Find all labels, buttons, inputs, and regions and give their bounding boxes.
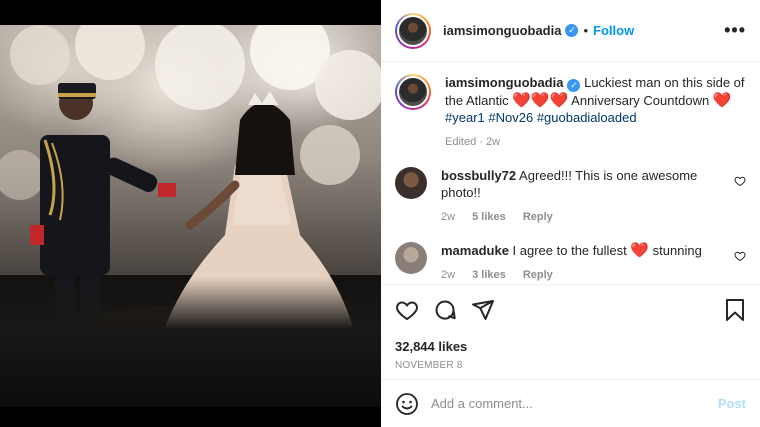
caption: iamsimonguobadia ✓ Luckiest man on this s… (395, 74, 746, 151)
photo-floor-shade (0, 277, 381, 407)
post-actions: 32,844 likes NOVEMBER 8 (381, 284, 760, 379)
hashtag-link[interactable]: #guobadialoaded (537, 110, 637, 125)
comment-likes[interactable]: 5 likes (472, 211, 506, 223)
comments-list[interactable]: iamsimonguobadia ✓ Luckiest man on this s… (381, 62, 760, 282)
verified-badge-icon: ✓ (567, 79, 581, 92)
comment-text: stunning (652, 243, 702, 258)
heart-emoji-icon: ❤️ (630, 242, 650, 259)
comment-meta: 2w 3 likes Reply (441, 267, 724, 282)
comment-item: bossbully72 Agreed!!! This is one awesom… (395, 167, 746, 226)
post-photo[interactable] (0, 0, 381, 427)
reply-button[interactable]: Reply (523, 211, 553, 223)
comment-like-heart-icon[interactable] (734, 175, 746, 187)
comment-text: I agree to the fullest (512, 243, 627, 258)
caption-username[interactable]: iamsimonguobadia (445, 75, 563, 90)
author-avatar-image (397, 14, 429, 47)
commenter-avatar[interactable] (395, 242, 427, 274)
paper-plane-icon[interactable] (471, 298, 495, 322)
more-options-icon[interactable]: ••• (724, 20, 746, 41)
follow-button[interactable]: Follow (593, 23, 634, 38)
hashtag-link[interactable]: #Nov26 (488, 110, 533, 125)
bookmark-icon[interactable] (724, 298, 746, 322)
comment-input[interactable] (431, 396, 718, 411)
heart-emoji-icon: ❤️❤️❤️ (512, 92, 569, 109)
hashtag-link[interactable]: #year1 (445, 110, 485, 125)
author-username[interactable]: iamsimonguobadia (443, 23, 561, 38)
comment-bubble-icon[interactable] (433, 298, 457, 322)
comment-body: mamaduke I agree to the fullest ❤️ stunn… (441, 242, 724, 282)
smiley-icon[interactable] (395, 392, 419, 416)
comment-username[interactable]: mamaduke (441, 243, 509, 258)
caption-text-part2: Anniversary Countdown (571, 93, 710, 108)
comment-username[interactable]: bossbully72 (441, 168, 516, 183)
post-side-panel: iamsimonguobadia ✓ • Follow ••• iamsimon… (381, 0, 760, 427)
photo-image[interactable] (0, 10, 381, 407)
heart-emoji-icon: ❤️ (712, 92, 732, 109)
commenter-avatar[interactable] (395, 167, 427, 199)
post-comment-button[interactable]: Post (718, 396, 746, 411)
heart-outline-icon[interactable] (395, 298, 419, 322)
reply-button[interactable]: Reply (523, 269, 553, 281)
comment-meta: 2w 5 likes Reply (441, 209, 724, 226)
add-comment-bar: Post (381, 379, 760, 427)
likes-count[interactable]: 32,844 likes (395, 339, 746, 354)
caption-avatar-image (397, 76, 429, 108)
comment-item: mamaduke I agree to the fullest ❤️ stunn… (395, 242, 746, 282)
comment-body: bossbully72 Agreed!!! This is one awesom… (441, 167, 724, 226)
comment-age: 2w (441, 211, 456, 223)
comment-likes[interactable]: 3 likes (472, 269, 506, 281)
caption-meta: Edited · 2w (445, 136, 501, 148)
post-date: NOVEMBER 8 (395, 360, 463, 371)
caption-avatar[interactable] (395, 74, 431, 110)
verified-badge-icon: ✓ (565, 24, 579, 37)
header-separator: • (583, 23, 589, 38)
post-header: iamsimonguobadia ✓ • Follow ••• (381, 0, 760, 62)
action-icon-row (395, 297, 746, 323)
caption-body: iamsimonguobadia ✓ Luckiest man on this s… (445, 74, 746, 151)
comment-like-heart-icon[interactable] (734, 250, 746, 262)
author-avatar[interactable] (395, 12, 431, 49)
comment-age: 2w (441, 269, 456, 281)
